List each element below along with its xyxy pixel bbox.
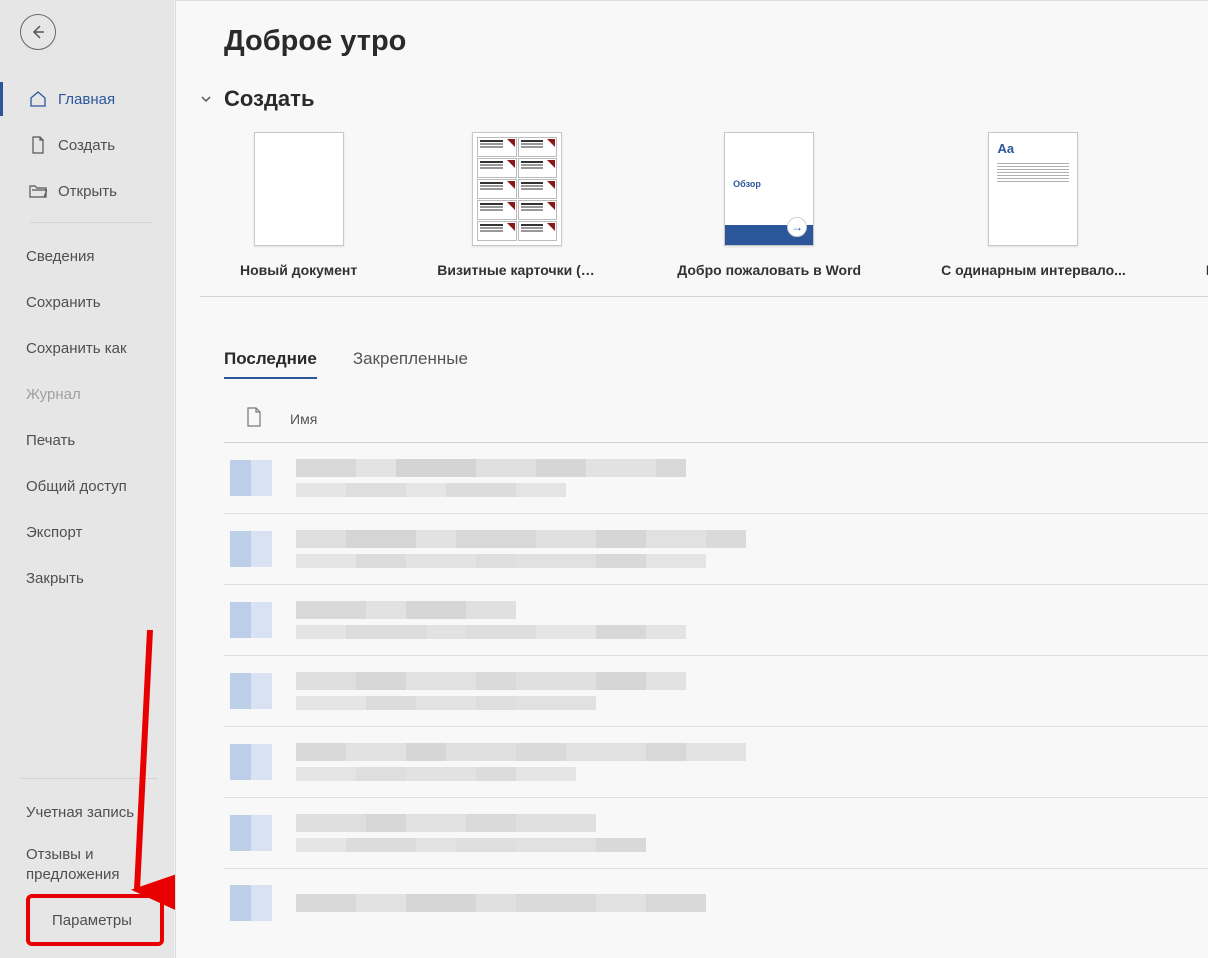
nav-label: Экспорт: [26, 524, 82, 541]
template-thumb: [254, 132, 344, 246]
file-row[interactable]: [224, 798, 1208, 869]
nav-export[interactable]: Экспорт: [0, 509, 174, 555]
file-list-header: Имя: [224, 397, 1208, 443]
nav-label: Журнал: [26, 386, 81, 403]
file-text-placeholder: [296, 743, 1208, 781]
create-title: Создать: [224, 86, 314, 112]
file-icon-placeholder: [230, 531, 272, 567]
template-label: Добро пожаловать в Word: [677, 262, 861, 278]
nav-options[interactable]: Параметры: [30, 898, 160, 942]
tab-recent[interactable]: Последние: [224, 349, 317, 379]
nav-label: Открыть: [58, 183, 117, 200]
file-text-placeholder: [296, 814, 1208, 852]
file-text-placeholder: [296, 530, 1208, 568]
divider: [20, 778, 158, 779]
nav-label: Главная: [58, 91, 115, 108]
thumb-text: Обзор: [733, 179, 761, 189]
chevron-down-icon: [198, 93, 214, 105]
template-thumb: Обзор →: [724, 132, 814, 246]
sidebar: Главная Создать Открыть Сведения Сохрани…: [0, 0, 174, 958]
file-row[interactable]: [224, 727, 1208, 798]
nav-label: Сохранить: [26, 294, 101, 311]
file-text-placeholder: [296, 459, 1208, 497]
annotation-highlight: Параметры: [26, 894, 164, 946]
file-row[interactable]: [224, 869, 1208, 937]
nav-label: Закрыть: [26, 570, 84, 587]
nav-close[interactable]: Закрыть: [0, 555, 174, 601]
file-icon: [26, 136, 50, 154]
template-welcome[interactable]: Обзор → Добро пожаловать в Word: [677, 132, 861, 278]
nav-feedback[interactable]: Отзывы и предложения: [0, 835, 174, 894]
file-icon-placeholder: [230, 673, 272, 709]
nav-label: Сведения: [26, 248, 95, 265]
file-row[interactable]: [224, 585, 1208, 656]
nav-history: Журнал: [0, 371, 174, 417]
nav-share[interactable]: Общий доступ: [0, 463, 174, 509]
folder-icon: [26, 183, 50, 199]
file-list: [224, 443, 1208, 937]
nav-new[interactable]: Создать: [0, 122, 174, 168]
arrow-left-icon: [30, 24, 46, 40]
file-text-placeholder: [296, 601, 1208, 639]
divider: [200, 296, 1208, 297]
template-label: Визитные карточки (совр...: [437, 262, 597, 278]
nav-save-as[interactable]: Сохранить как: [0, 325, 174, 371]
nav-label: Учетная запись: [26, 804, 134, 821]
template-business-cards[interactable]: Визитные карточки (совр...: [437, 132, 597, 278]
nav-info[interactable]: Сведения: [0, 233, 174, 279]
file-row[interactable]: [224, 514, 1208, 585]
file-icon-placeholder: [230, 460, 272, 496]
home-icon: [26, 90, 50, 108]
nav-mid-section: Сведения Сохранить Сохранить как Журнал …: [0, 233, 174, 601]
file-text-placeholder: [296, 672, 1208, 710]
template-label: Новый документ: [240, 262, 357, 278]
nav-label: Сохранить как: [26, 340, 127, 357]
divider: [30, 222, 152, 223]
file-icon-placeholder: [230, 815, 272, 851]
recent-tabs: Последние Закрепленные: [224, 349, 1208, 379]
nav-label: Параметры: [52, 912, 132, 929]
main-panel: Доброе утро Создать Новый документ Визит…: [175, 0, 1208, 958]
template-single-spacing[interactable]: Aa С одинарным интервало...: [941, 132, 1126, 278]
nav-open[interactable]: Открыть: [0, 168, 174, 214]
file-icon-placeholder: [230, 885, 272, 921]
template-thumb: [472, 132, 562, 246]
templates-row: Новый документ Визитные карточки (совр..…: [224, 132, 1208, 278]
nav-label: Отзывы и предложения: [26, 845, 174, 884]
file-icon-placeholder: [230, 602, 272, 638]
file-text-placeholder: [296, 894, 1208, 912]
tab-pinned[interactable]: Закрепленные: [353, 349, 468, 379]
nav-label: Печать: [26, 432, 75, 449]
nav-account[interactable]: Учетная запись: [0, 789, 174, 835]
file-row[interactable]: [224, 443, 1208, 514]
back-button[interactable]: [20, 14, 56, 50]
nav-print[interactable]: Печать: [0, 417, 174, 463]
nav-label: Создать: [58, 137, 115, 154]
file-row[interactable]: [224, 656, 1208, 727]
thumb-text: Aa: [997, 141, 1014, 156]
nav-home[interactable]: Главная: [0, 76, 174, 122]
nav-top-section: Главная Создать Открыть: [0, 76, 174, 214]
greeting-title: Доброе утро: [224, 25, 1208, 58]
nav-bottom-section: Учетная запись Отзывы и предложения Пара…: [0, 770, 174, 958]
create-section-header[interactable]: Создать: [198, 86, 1208, 112]
template-thumb: Aa: [988, 132, 1078, 246]
template-label: С одинарным интервало...: [941, 262, 1126, 278]
nav-save[interactable]: Сохранить: [0, 279, 174, 325]
file-icon-placeholder: [230, 744, 272, 780]
template-blank[interactable]: Новый документ: [240, 132, 357, 278]
nav-label: Общий доступ: [26, 478, 127, 495]
col-name-label: Имя: [290, 411, 317, 427]
file-icon: [246, 407, 262, 430]
